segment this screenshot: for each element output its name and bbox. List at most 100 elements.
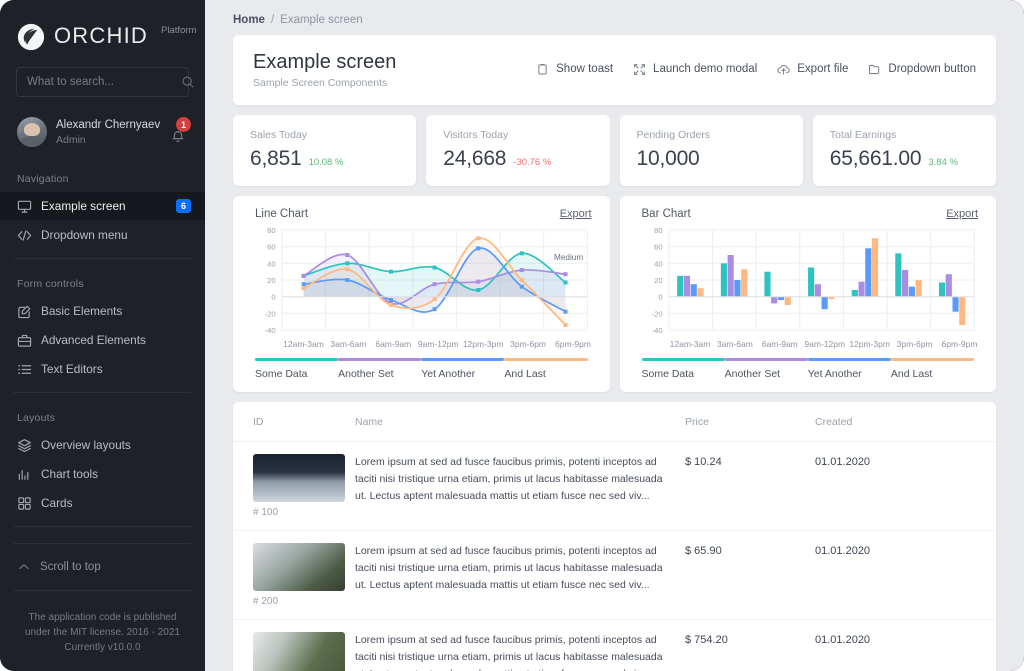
code-icon bbox=[17, 228, 32, 243]
cell-created: 01.01.2020 bbox=[805, 441, 996, 530]
chart-svg: 806040200-20-40 bbox=[634, 224, 983, 336]
row-id-label: # 200 bbox=[253, 596, 335, 607]
svg-text:0: 0 bbox=[271, 293, 275, 302]
svg-text:20: 20 bbox=[267, 276, 276, 285]
legend-swatch bbox=[255, 358, 338, 361]
list-icon bbox=[17, 362, 32, 377]
svg-text:-20: -20 bbox=[651, 309, 662, 318]
legend-item-yet-another[interactable]: Yet Another bbox=[808, 358, 891, 380]
brand[interactable]: ORCHID Platform bbox=[0, 0, 205, 67]
action-show-toast[interactable]: Show toast bbox=[536, 63, 613, 76]
action-export-file[interactable]: Export file bbox=[777, 63, 848, 76]
sidebar-footer: Scroll to top The application code is pu… bbox=[0, 534, 205, 671]
svg-text:-20: -20 bbox=[265, 309, 276, 318]
scroll-to-top-button[interactable]: Scroll to top bbox=[0, 553, 205, 581]
table-col-name[interactable]: Name bbox=[345, 402, 675, 442]
legend-label: Another Set bbox=[338, 368, 421, 380]
metric-card-pending-orders: Pending Orders10,000 bbox=[620, 115, 803, 186]
metric-value: 24,668 bbox=[443, 147, 506, 171]
action-dropdown-button[interactable]: Dropdown button bbox=[868, 63, 976, 76]
svg-text:80: 80 bbox=[654, 226, 663, 235]
legend-swatch bbox=[504, 358, 587, 361]
legend-label: Yet Another bbox=[421, 368, 504, 380]
notifications-button[interactable]: 1 bbox=[169, 119, 189, 145]
action-label: Launch demo modal bbox=[653, 63, 757, 75]
license-text: The application code is published under … bbox=[0, 600, 205, 661]
search-input[interactable] bbox=[27, 76, 181, 88]
breadcrumb-home[interactable]: Home bbox=[233, 14, 265, 26]
sidebar-item-label: Text Editors bbox=[41, 362, 191, 376]
line-chart-card: Line ChartExport806040200-20-40Medium12a… bbox=[233, 196, 610, 392]
table-row[interactable]: # 200 Lorem ipsum at sed ad fusce faucibu… bbox=[233, 530, 996, 619]
metric-label: Sales Today bbox=[250, 128, 399, 143]
x-tick-label: 3am-6am bbox=[712, 339, 757, 349]
table-row[interactable]: # 300Lorem ipsum at sed ad fusce faucibu… bbox=[233, 619, 996, 671]
sidebar-item-basic-elements[interactable]: Basic Elements bbox=[0, 297, 205, 325]
chart-export-link[interactable]: Export bbox=[560, 208, 592, 220]
legend-item-another-set[interactable]: Another Set bbox=[338, 358, 421, 380]
sidebar-item-example-screen[interactable]: Example screen6 bbox=[0, 192, 205, 220]
chart-export-link[interactable]: Export bbox=[946, 208, 978, 220]
svg-text:-40: -40 bbox=[651, 326, 662, 335]
cell-created: 01.01.2020 bbox=[805, 619, 996, 671]
cloud-upload-icon bbox=[777, 63, 790, 76]
x-tick-label: 6am-9am bbox=[371, 339, 416, 349]
sidebar-item-cards[interactable]: Cards bbox=[0, 489, 205, 517]
action-label: Dropdown button bbox=[888, 63, 976, 75]
legend-item-and-last[interactable]: And Last bbox=[891, 358, 974, 380]
x-tick-label: 12am-3am bbox=[668, 339, 713, 349]
svg-text:60: 60 bbox=[654, 243, 663, 252]
table-col-created[interactable]: Created bbox=[805, 402, 996, 442]
search-box[interactable] bbox=[16, 67, 189, 97]
search-icon[interactable] bbox=[181, 75, 195, 89]
table-col-id[interactable]: ID bbox=[233, 402, 345, 442]
cell-price: $ 10.24 bbox=[675, 441, 805, 530]
sidebar-item-advanced-elements[interactable]: Advanced Elements bbox=[0, 326, 205, 354]
legend-item-yet-another[interactable]: Yet Another bbox=[421, 358, 504, 380]
cell-price: $ 65.90 bbox=[675, 530, 805, 619]
sidebar-item-dropdown-menu[interactable]: Dropdown menu bbox=[0, 221, 205, 249]
row-thumbnail bbox=[253, 632, 345, 671]
content-scroll: Example screen Sample Screen Components … bbox=[205, 35, 1024, 671]
sidebar-item-label: Overview layouts bbox=[41, 438, 191, 452]
legend-label: Some Data bbox=[255, 368, 338, 380]
legend-swatch bbox=[421, 358, 504, 361]
legend-item-some-data[interactable]: Some Data bbox=[255, 358, 338, 380]
nav-divider-1 bbox=[14, 258, 191, 259]
legend-item-and-last[interactable]: And Last bbox=[504, 358, 587, 380]
x-tick-label: 6pm-9pm bbox=[551, 339, 596, 349]
table-row[interactable]: # 100Lorem ipsum at sed ad fusce faucibu… bbox=[233, 441, 996, 530]
metric-value: 10,000 bbox=[637, 147, 700, 171]
chart-title: Line Chart bbox=[255, 208, 308, 220]
sidebar-item-label: Basic Elements bbox=[41, 304, 191, 318]
breadcrumb-separator: / bbox=[271, 14, 274, 26]
cell-name: Lorem ipsum at sed ad fusce faucibus pri… bbox=[345, 441, 675, 530]
legend-item-some-data[interactable]: Some Data bbox=[642, 358, 725, 380]
cell-name: Lorem ipsum at sed ad fusce faucibus pri… bbox=[345, 530, 675, 619]
chart-plot-area: 806040200-20-40Medium bbox=[247, 224, 596, 336]
legend-label: And Last bbox=[891, 368, 974, 380]
data-table-card: IDNamePriceCreated # 100Lorem ipsum at s… bbox=[233, 402, 996, 671]
x-tick-label: 6pm-9pm bbox=[937, 339, 982, 349]
table-body: # 100Lorem ipsum at sed ad fusce faucibu… bbox=[233, 441, 996, 671]
folder-icon bbox=[868, 63, 881, 76]
sidebar-item-chart-tools[interactable]: Chart tools bbox=[0, 460, 205, 488]
chart-x-axis: 12am-3am3am-6am6am-9am9am-12pm12pm-3pm3p… bbox=[247, 336, 596, 349]
chart-header: Line Chart Export bbox=[247, 208, 596, 224]
row-thumbnail bbox=[253, 454, 345, 502]
metric-card-visitors-today: Visitors Today24,668-30.76 % bbox=[426, 115, 609, 186]
user-profile[interactable]: Alexandr Chernyaev Admin 1 bbox=[0, 113, 205, 163]
action-launch-demo-modal[interactable]: Launch demo modal bbox=[633, 63, 757, 76]
table-col-price[interactable]: Price bbox=[675, 402, 805, 442]
chevron-up-icon bbox=[17, 560, 31, 574]
x-tick-label: 12pm-3pm bbox=[461, 339, 506, 349]
metric-delta: 3.84 % bbox=[928, 157, 958, 168]
orchid-logo-icon bbox=[17, 23, 45, 51]
sidebar-item-text-editors[interactable]: Text Editors bbox=[0, 355, 205, 383]
chart-plot-area: 806040200-20-40 bbox=[634, 224, 983, 336]
sidebar-item-overview-layouts[interactable]: Overview layouts bbox=[0, 431, 205, 459]
breadcrumb: Home / Example screen bbox=[205, 0, 1024, 35]
metric-label: Visitors Today bbox=[443, 128, 592, 143]
table-header-row: IDNamePriceCreated bbox=[233, 402, 996, 442]
legend-item-another-set[interactable]: Another Set bbox=[725, 358, 808, 380]
